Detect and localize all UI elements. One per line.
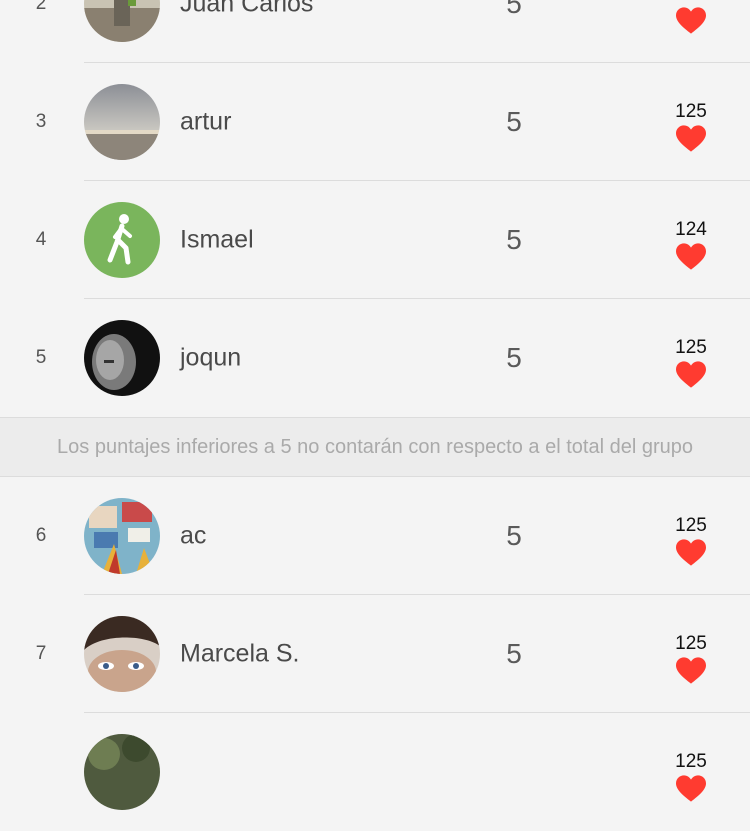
user-name: Ismael	[180, 225, 254, 254]
likes-count: 125	[675, 337, 707, 358]
heart-icon[interactable]	[676, 539, 706, 567]
score-value: 5	[506, 342, 522, 373]
heart-icon[interactable]	[676, 657, 706, 685]
likes-count: 125	[675, 633, 707, 654]
avatar[interactable]	[84, 84, 160, 160]
likes-count: 125	[675, 101, 707, 122]
rank-number: 4	[35, 229, 47, 250]
user-name: ac	[180, 521, 207, 550]
leaderboard-row[interactable]: 125	[0, 713, 750, 831]
minimum-score-notice: Los puntajes inferiores a 5 no contarán …	[0, 417, 750, 477]
heart-icon[interactable]	[676, 361, 706, 389]
rank-number: 3	[35, 111, 47, 132]
heart-icon[interactable]	[676, 775, 706, 803]
avatar[interactable]	[84, 616, 160, 692]
avatar[interactable]	[84, 0, 160, 42]
avatar[interactable]	[84, 320, 160, 396]
rank-number: 7	[35, 643, 47, 664]
leaderboard-row[interactable]: 5 joqun 5 125	[0, 299, 750, 417]
likes-count: 124	[675, 219, 707, 240]
heart-icon[interactable]	[676, 7, 706, 35]
likes-count: 125	[675, 751, 707, 772]
leaderboard-row[interactable]: 3 artur 5 125	[0, 63, 750, 181]
score-value: 5	[506, 520, 522, 551]
score-value: 5	[506, 106, 522, 137]
leaderboard-row[interactable]: 7 Marcela S. 5 125	[0, 595, 750, 713]
user-name: joqun	[180, 343, 242, 372]
avatar[interactable]	[84, 734, 160, 810]
user-name: Marcela S.	[180, 639, 300, 668]
score-value: 5	[506, 224, 522, 255]
heart-icon[interactable]	[676, 125, 706, 153]
rank-number: 5	[35, 347, 47, 368]
score-value: 5	[506, 638, 522, 669]
leaderboard-row[interactable]: 6 ac 5 125	[0, 477, 750, 595]
user-name: artur	[180, 107, 232, 136]
score-value: 5	[506, 0, 522, 19]
avatar[interactable]	[84, 498, 160, 574]
walking-person-icon[interactable]	[84, 202, 160, 278]
leaderboard-row[interactable]: 2 Juan Carlos 5	[0, 0, 750, 63]
likes-count: 125	[675, 515, 707, 536]
heart-icon[interactable]	[676, 243, 706, 271]
user-name: Juan Carlos	[180, 0, 314, 18]
rank-number: 2	[35, 0, 47, 14]
leaderboard-list: 2 Juan Carlos 5 3 artur 5 125 4 Ismael 5…	[0, 0, 750, 831]
leaderboard-row[interactable]: 4 Ismael 5 124	[0, 181, 750, 299]
rank-number: 6	[35, 525, 47, 546]
